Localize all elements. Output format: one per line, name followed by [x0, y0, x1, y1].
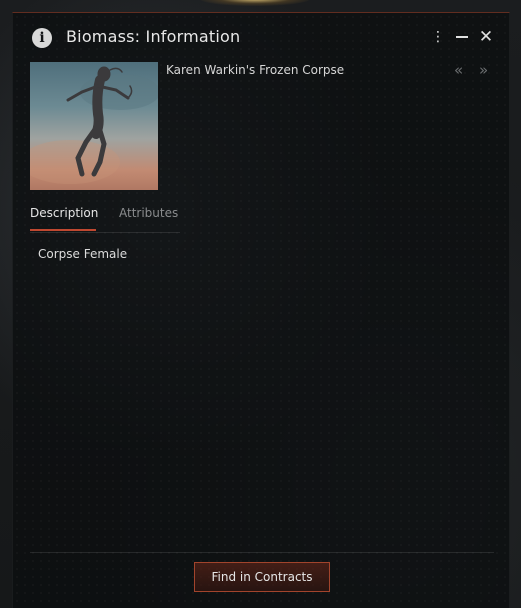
- item-portrait: [30, 62, 158, 190]
- minimize-button[interactable]: [453, 27, 471, 47]
- footer-divider: [30, 552, 494, 553]
- window-titlebar[interactable]: i Biomass: Information ⋮ ✕: [13, 13, 509, 59]
- close-button[interactable]: ✕: [477, 27, 495, 47]
- active-tab-indicator: [30, 229, 96, 231]
- item-name: Karen Warkin's Frozen Corpse: [166, 63, 345, 77]
- window-title: Biomass: Information: [66, 27, 241, 46]
- minimize-icon: [456, 36, 468, 38]
- corpse-figure-image: [30, 66, 158, 184]
- tab-attributes[interactable]: Attributes: [119, 206, 178, 220]
- navigate-forward-icon[interactable]: »: [479, 61, 488, 79]
- navigate-back-icon[interactable]: «: [454, 61, 463, 79]
- info-tabs: Description Attributes: [30, 204, 180, 233]
- more-options-icon[interactable]: ⋮: [429, 27, 447, 47]
- find-in-contracts-button[interactable]: Find in Contracts: [194, 562, 330, 592]
- info-icon: i: [32, 28, 52, 48]
- item-description: Corpse Female: [38, 247, 128, 261]
- info-window: i Biomass: Information ⋮ ✕ Karen Warkin'…: [12, 12, 510, 608]
- tab-description[interactable]: Description: [30, 206, 98, 220]
